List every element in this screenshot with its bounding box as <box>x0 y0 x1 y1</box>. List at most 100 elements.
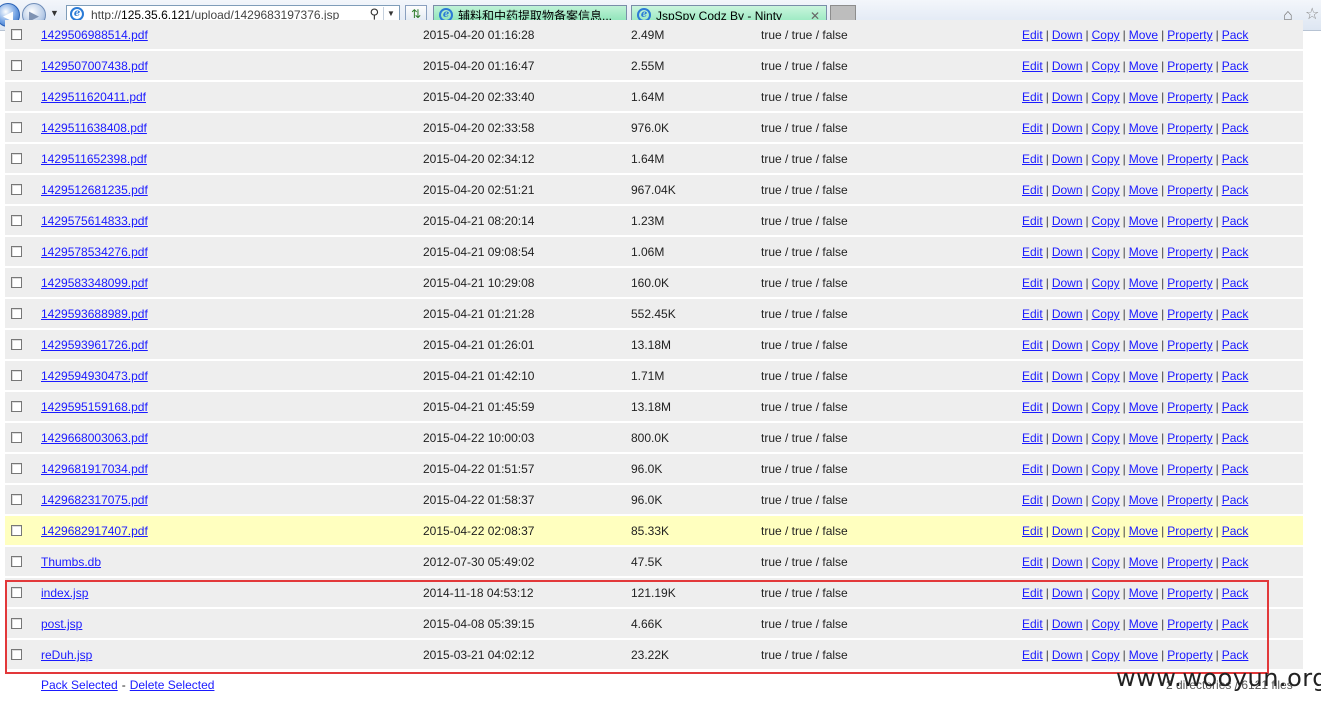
action-pack-link[interactable]: Pack <box>1222 338 1249 352</box>
action-down-link[interactable]: Down <box>1052 369 1083 383</box>
select-checkbox[interactable] <box>11 525 22 536</box>
address-dropdown-icon[interactable]: ▼ <box>383 7 398 21</box>
action-move-link[interactable]: Move <box>1129 493 1158 507</box>
action-move-link[interactable]: Move <box>1129 276 1158 290</box>
action-edit-link[interactable]: Edit <box>1022 276 1043 290</box>
action-pack-link[interactable]: Pack <box>1222 307 1249 321</box>
action-property-link[interactable]: Property <box>1167 369 1212 383</box>
file-name-link[interactable]: 1429593688989.pdf <box>41 307 148 321</box>
action-edit-link[interactable]: Edit <box>1022 555 1043 569</box>
action-copy-link[interactable]: Copy <box>1092 524 1120 538</box>
action-edit-link[interactable]: Edit <box>1022 338 1043 352</box>
select-checkbox[interactable] <box>11 649 22 660</box>
action-property-link[interactable]: Property <box>1167 617 1212 631</box>
select-checkbox[interactable] <box>11 587 22 598</box>
action-pack-link[interactable]: Pack <box>1222 493 1249 507</box>
file-name-link[interactable]: 1429583348099.pdf <box>41 276 148 290</box>
action-move-link[interactable]: Move <box>1129 648 1158 662</box>
action-copy-link[interactable]: Copy <box>1092 276 1120 290</box>
file-name-link[interactable]: index.jsp <box>41 586 88 600</box>
select-checkbox[interactable] <box>11 91 22 102</box>
favorites-star-icon[interactable]: ☆ <box>1305 7 1319 23</box>
action-edit-link[interactable]: Edit <box>1022 617 1043 631</box>
action-edit-link[interactable]: Edit <box>1022 431 1043 445</box>
file-name-link[interactable]: 1429682917407.pdf <box>41 524 148 538</box>
action-move-link[interactable]: Move <box>1129 307 1158 321</box>
action-pack-link[interactable]: Pack <box>1222 555 1249 569</box>
action-property-link[interactable]: Property <box>1167 493 1212 507</box>
action-copy-link[interactable]: Copy <box>1092 338 1120 352</box>
action-pack-link[interactable]: Pack <box>1222 90 1249 104</box>
file-name-link[interactable]: 1429511638408.pdf <box>41 121 147 135</box>
action-property-link[interactable]: Property <box>1167 400 1212 414</box>
action-property-link[interactable]: Property <box>1167 90 1212 104</box>
action-move-link[interactable]: Move <box>1129 338 1158 352</box>
select-checkbox[interactable] <box>11 432 22 443</box>
action-edit-link[interactable]: Edit <box>1022 307 1043 321</box>
action-property-link[interactable]: Property <box>1167 214 1212 228</box>
action-property-link[interactable]: Property <box>1167 462 1212 476</box>
select-checkbox[interactable] <box>11 29 22 40</box>
file-name-link[interactable]: Thumbs.db <box>41 555 101 569</box>
action-property-link[interactable]: Property <box>1167 276 1212 290</box>
action-pack-link[interactable]: Pack <box>1222 586 1249 600</box>
action-copy-link[interactable]: Copy <box>1092 431 1120 445</box>
action-edit-link[interactable]: Edit <box>1022 183 1043 197</box>
action-copy-link[interactable]: Copy <box>1092 555 1120 569</box>
action-edit-link[interactable]: Edit <box>1022 214 1043 228</box>
pack-selected-link[interactable]: Pack Selected <box>41 678 118 692</box>
action-copy-link[interactable]: Copy <box>1092 245 1120 259</box>
action-copy-link[interactable]: Copy <box>1092 28 1120 42</box>
select-checkbox[interactable] <box>11 60 22 71</box>
action-copy-link[interactable]: Copy <box>1092 462 1120 476</box>
action-pack-link[interactable]: Pack <box>1222 431 1249 445</box>
action-down-link[interactable]: Down <box>1052 28 1083 42</box>
action-down-link[interactable]: Down <box>1052 245 1083 259</box>
action-edit-link[interactable]: Edit <box>1022 28 1043 42</box>
action-down-link[interactable]: Down <box>1052 617 1083 631</box>
action-down-link[interactable]: Down <box>1052 400 1083 414</box>
file-name-link[interactable]: 1429594930473.pdf <box>41 369 148 383</box>
file-name-link[interactable]: 1429511652398.pdf <box>41 152 147 166</box>
file-name-link[interactable]: 1429681917034.pdf <box>41 462 148 476</box>
action-move-link[interactable]: Move <box>1129 59 1158 73</box>
action-property-link[interactable]: Property <box>1167 586 1212 600</box>
action-down-link[interactable]: Down <box>1052 183 1083 197</box>
action-pack-link[interactable]: Pack <box>1222 648 1249 662</box>
select-checkbox[interactable] <box>11 401 22 412</box>
action-move-link[interactable]: Move <box>1129 121 1158 135</box>
action-pack-link[interactable]: Pack <box>1222 28 1249 42</box>
action-move-link[interactable]: Move <box>1129 524 1158 538</box>
file-name-link[interactable]: 1429575614833.pdf <box>41 214 148 228</box>
action-pack-link[interactable]: Pack <box>1222 121 1249 135</box>
action-edit-link[interactable]: Edit <box>1022 90 1043 104</box>
action-edit-link[interactable]: Edit <box>1022 400 1043 414</box>
action-down-link[interactable]: Down <box>1052 121 1083 135</box>
action-down-link[interactable]: Down <box>1052 431 1083 445</box>
action-pack-link[interactable]: Pack <box>1222 369 1249 383</box>
action-edit-link[interactable]: Edit <box>1022 493 1043 507</box>
action-edit-link[interactable]: Edit <box>1022 121 1043 135</box>
action-edit-link[interactable]: Edit <box>1022 648 1043 662</box>
action-move-link[interactable]: Move <box>1129 431 1158 445</box>
action-move-link[interactable]: Move <box>1129 152 1158 166</box>
action-pack-link[interactable]: Pack <box>1222 400 1249 414</box>
action-copy-link[interactable]: Copy <box>1092 183 1120 197</box>
action-down-link[interactable]: Down <box>1052 462 1083 476</box>
action-pack-link[interactable]: Pack <box>1222 462 1249 476</box>
action-edit-link[interactable]: Edit <box>1022 152 1043 166</box>
action-property-link[interactable]: Property <box>1167 648 1212 662</box>
action-move-link[interactable]: Move <box>1129 183 1158 197</box>
action-copy-link[interactable]: Copy <box>1092 648 1120 662</box>
action-edit-link[interactable]: Edit <box>1022 586 1043 600</box>
action-copy-link[interactable]: Copy <box>1092 152 1120 166</box>
file-name-link[interactable]: 1429668003063.pdf <box>41 431 148 445</box>
action-property-link[interactable]: Property <box>1167 338 1212 352</box>
action-property-link[interactable]: Property <box>1167 59 1212 73</box>
action-property-link[interactable]: Property <box>1167 431 1212 445</box>
action-copy-link[interactable]: Copy <box>1092 59 1120 73</box>
action-down-link[interactable]: Down <box>1052 524 1083 538</box>
action-property-link[interactable]: Property <box>1167 307 1212 321</box>
action-move-link[interactable]: Move <box>1129 28 1158 42</box>
select-checkbox[interactable] <box>11 122 22 133</box>
